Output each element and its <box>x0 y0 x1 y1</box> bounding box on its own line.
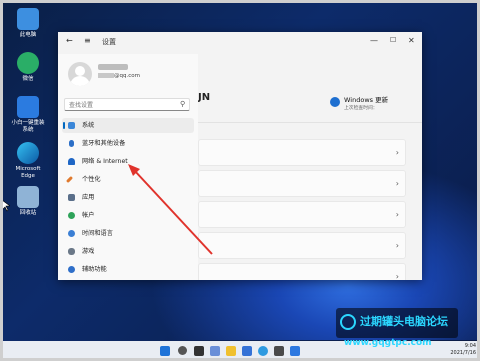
watermark-url: www.gqgtpc.com <box>344 338 432 348</box>
task-view-icon[interactable] <box>194 346 204 356</box>
watermark-title: 过期罐头电脑论坛 <box>360 315 448 328</box>
app-icon[interactable] <box>290 346 300 356</box>
watermark: 过期罐头电脑论坛 <box>336 308 458 338</box>
edge-icon[interactable] <box>258 346 268 356</box>
clock[interactable]: 9:04 2021/7/16 <box>444 343 476 357</box>
clock-time: 9:04 <box>464 343 476 349</box>
file-explorer-icon[interactable] <box>226 346 236 356</box>
clock-date: 2021/7/16 <box>450 350 476 356</box>
annotation-arrow <box>128 164 213 255</box>
mouse-cursor-icon <box>2 200 10 212</box>
search-icon[interactable] <box>178 346 187 355</box>
watermark-logo-icon <box>340 314 356 330</box>
start-button[interactable] <box>160 346 170 356</box>
settings-app-icon[interactable] <box>274 346 284 356</box>
store-icon[interactable] <box>242 346 252 356</box>
widgets-icon[interactable] <box>210 346 220 356</box>
